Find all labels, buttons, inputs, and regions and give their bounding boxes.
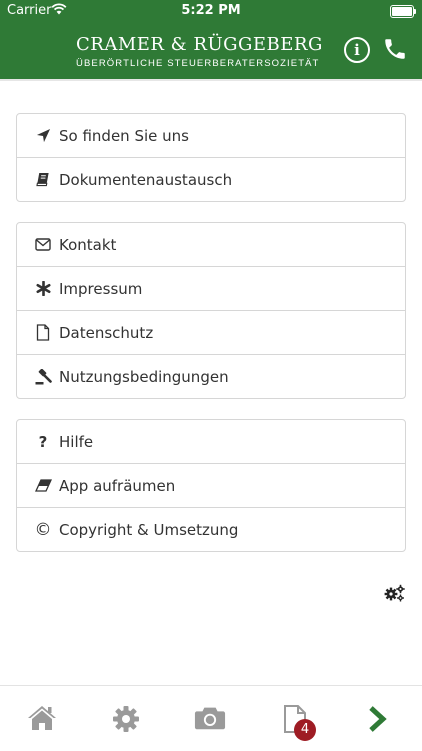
document-icon [34,324,52,342]
home-icon [28,706,56,730]
menu-item-copyright[interactable]: © Copyright & Umsetzung [17,508,405,551]
next-arrow-icon [369,706,387,732]
brand-title: CRAMER & RÜGGEBERG [76,34,323,55]
settings-icon [113,706,139,732]
asterisk-icon [34,280,52,298]
menu-item-label: So finden Sie uns [59,126,189,145]
eraser-icon [34,477,52,495]
menu-item-document-exchange[interactable]: Dokumentenaustausch [17,158,405,201]
location-arrow-icon [34,127,52,145]
camera-icon [194,707,226,730]
tab-settings[interactable] [110,704,142,734]
book-icon [34,171,52,189]
menu-item-label: Dokumentenaustausch [59,170,233,189]
menu-item-directions[interactable]: So finden Sie uns [17,114,405,158]
cogs-icon[interactable] [384,584,406,602]
tab-home[interactable] [26,704,58,734]
menu-item-label: Copyright & Umsetzung [59,520,239,539]
menu-item-label: Nutzungsbedingungen [59,367,229,386]
menu-item-privacy[interactable]: Datenschutz [17,311,405,355]
gavel-icon [34,368,52,386]
battery-icon [390,5,416,18]
menu-group-app: ? Hilfe App aufräumen © Copyright & Umse… [16,419,406,552]
menu-item-cleanup[interactable]: App aufräumen [17,464,405,508]
menu-item-label: Datenschutz [59,323,154,342]
tab-bar [0,685,422,751]
envelope-icon [34,236,52,254]
status-bar: Carrier 5:22 PM [0,0,422,22]
tab-camera[interactable] [194,704,226,734]
menu-item-help[interactable]: ? Hilfe [17,420,405,464]
copyright-glyph: © [34,519,52,540]
menu-item-label: App aufräumen [59,476,176,495]
menu-item-label: Hilfe [59,432,94,451]
info-icon[interactable]: i [344,37,370,63]
question-icon: ? [34,433,52,451]
menu-item-label: Kontakt [59,235,117,254]
menu-group-info: Kontakt Impressum Datenschutz Nutzungsbe… [16,222,406,399]
status-time: 5:22 PM [181,3,241,18]
phone-icon[interactable] [382,36,408,62]
menu-item-label: Impressum [59,279,143,298]
brand-logo: CRAMER & RÜGGEBERG ÜBERÖRTLICHE STEUERBE… [76,34,323,69]
menu-item-contact[interactable]: Kontakt [17,223,405,267]
menu-item-terms[interactable]: Nutzungsbedingungen [17,355,405,398]
header-divider [0,79,422,81]
question-glyph: ? [38,432,48,451]
menu-item-imprint[interactable]: Impressum [17,267,405,311]
app-header: Carrier 5:22 PM CRAMER & RÜGGEBERG ÜBERÖ… [0,0,422,79]
tab-next[interactable] [362,704,394,734]
brand-subtitle: ÜBERÖRTLICHE STEUERBERATERSOZIETÄT [76,58,320,69]
documents-badge: 4 [294,719,316,741]
menu-group-location: So finden Sie uns Dokumentenaustausch [16,113,406,202]
copyright-icon: © [34,519,52,540]
